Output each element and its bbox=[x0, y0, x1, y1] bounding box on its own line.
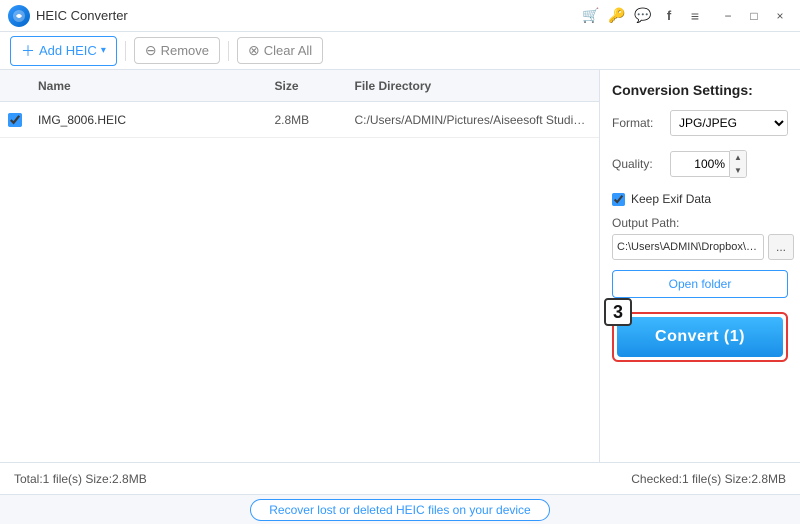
app-logo bbox=[8, 5, 30, 27]
add-icon: ＋ bbox=[21, 41, 35, 61]
format-label: Format: bbox=[612, 116, 662, 130]
format-row: Format: JPG/JPEG PNG BMP GIF bbox=[612, 110, 788, 136]
conversion-settings-panel: Conversion Settings: Format: JPG/JPEG PN… bbox=[600, 70, 800, 462]
status-total: Total:1 file(s) Size:2.8MB bbox=[14, 472, 631, 486]
header-size: Size bbox=[275, 79, 355, 93]
settings-title: Conversion Settings: bbox=[612, 82, 788, 98]
keep-exif-checkbox[interactable] bbox=[612, 193, 625, 206]
output-path-input[interactable] bbox=[612, 234, 764, 260]
header-directory: File Directory bbox=[355, 79, 592, 93]
open-folder-button[interactable]: Open folder bbox=[612, 270, 788, 298]
output-path-row: ... bbox=[612, 234, 788, 260]
toolbar: ＋ Add HEIC ▾ ⊖ Remove ⊗ Clear All bbox=[0, 32, 800, 70]
maximize-button[interactable]: □ bbox=[742, 4, 766, 28]
output-path-label: Output Path: bbox=[612, 216, 788, 230]
key-icon[interactable]: 🔑 bbox=[608, 7, 626, 25]
cart-icon[interactable]: 🛒 bbox=[582, 7, 600, 25]
remove-label: Remove bbox=[161, 43, 209, 58]
recover-button[interactable]: Recover lost or deleted HEIC files on yo… bbox=[250, 499, 549, 521]
recover-bar: Recover lost or deleted HEIC files on yo… bbox=[0, 494, 800, 524]
row-checkbox[interactable] bbox=[8, 113, 22, 127]
quality-spinner: ▲ ▼ bbox=[730, 150, 747, 178]
file-list-area: Name Size File Directory IMG_8006.HEIC 2… bbox=[0, 70, 600, 462]
status-bar: Total:1 file(s) Size:2.8MB Checked:1 fil… bbox=[0, 462, 800, 494]
clear-icon: ⊗ bbox=[248, 42, 260, 59]
title-bar-icons: 🛒 🔑 💬 f ≡ bbox=[582, 7, 704, 25]
file-directory: C:/Users/ADMIN/Pictures/Aiseesoft Studio… bbox=[355, 113, 592, 127]
remove-button[interactable]: ⊖ Remove bbox=[134, 37, 220, 64]
add-heic-label: Add HEIC bbox=[39, 43, 97, 58]
add-heic-button[interactable]: ＋ Add HEIC ▾ bbox=[10, 36, 117, 66]
format-select[interactable]: JPG/JPEG PNG BMP GIF bbox=[670, 110, 788, 136]
app-title: HEIC Converter bbox=[36, 8, 582, 23]
convert-section: 3 Convert (1) bbox=[612, 312, 788, 362]
clear-all-button[interactable]: ⊗ Clear All bbox=[237, 37, 323, 64]
output-path-section: Output Path: ... bbox=[612, 216, 788, 260]
keep-exif-row: Keep Exif Data bbox=[612, 192, 788, 206]
quality-input[interactable] bbox=[670, 151, 730, 177]
title-bar: HEIC Converter 🛒 🔑 💬 f ≡ − □ × bbox=[0, 0, 800, 32]
clear-label: Clear All bbox=[264, 43, 312, 58]
quality-row: Quality: ▲ ▼ bbox=[612, 150, 788, 178]
header-name: Name bbox=[38, 79, 275, 93]
main-area: Name Size File Directory IMG_8006.HEIC 2… bbox=[0, 70, 800, 462]
keep-exif-label[interactable]: Keep Exif Data bbox=[631, 192, 711, 206]
minimize-button[interactable]: − bbox=[716, 4, 740, 28]
file-size: 2.8MB bbox=[275, 113, 355, 127]
toolbar-separator-1 bbox=[125, 41, 126, 61]
convert-step-badge: 3 bbox=[604, 298, 632, 326]
window-controls: − □ × bbox=[716, 4, 792, 28]
facebook-icon[interactable]: f bbox=[660, 7, 678, 25]
chat-icon[interactable]: 💬 bbox=[634, 7, 652, 25]
convert-button[interactable]: Convert (1) bbox=[617, 317, 783, 357]
quality-down-button[interactable]: ▼ bbox=[730, 164, 746, 177]
quality-up-button[interactable]: ▲ bbox=[730, 151, 746, 164]
table-row: IMG_8006.HEIC 2.8MB C:/Users/ADMIN/Pictu… bbox=[0, 102, 599, 138]
file-name: IMG_8006.HEIC bbox=[38, 113, 275, 127]
add-dropdown-icon: ▾ bbox=[101, 45, 106, 56]
close-button[interactable]: × bbox=[768, 4, 792, 28]
remove-icon: ⊖ bbox=[145, 42, 157, 59]
quality-control: ▲ ▼ bbox=[670, 150, 788, 178]
quality-label: Quality: bbox=[612, 157, 662, 171]
toolbar-separator-2 bbox=[228, 41, 229, 61]
convert-button-wrapper: Convert (1) bbox=[612, 312, 788, 362]
status-checked: Checked:1 file(s) Size:2.8MB bbox=[631, 472, 786, 486]
menu-icon[interactable]: ≡ bbox=[686, 7, 704, 25]
file-table-header: Name Size File Directory bbox=[0, 70, 599, 102]
browse-button[interactable]: ... bbox=[768, 234, 794, 260]
